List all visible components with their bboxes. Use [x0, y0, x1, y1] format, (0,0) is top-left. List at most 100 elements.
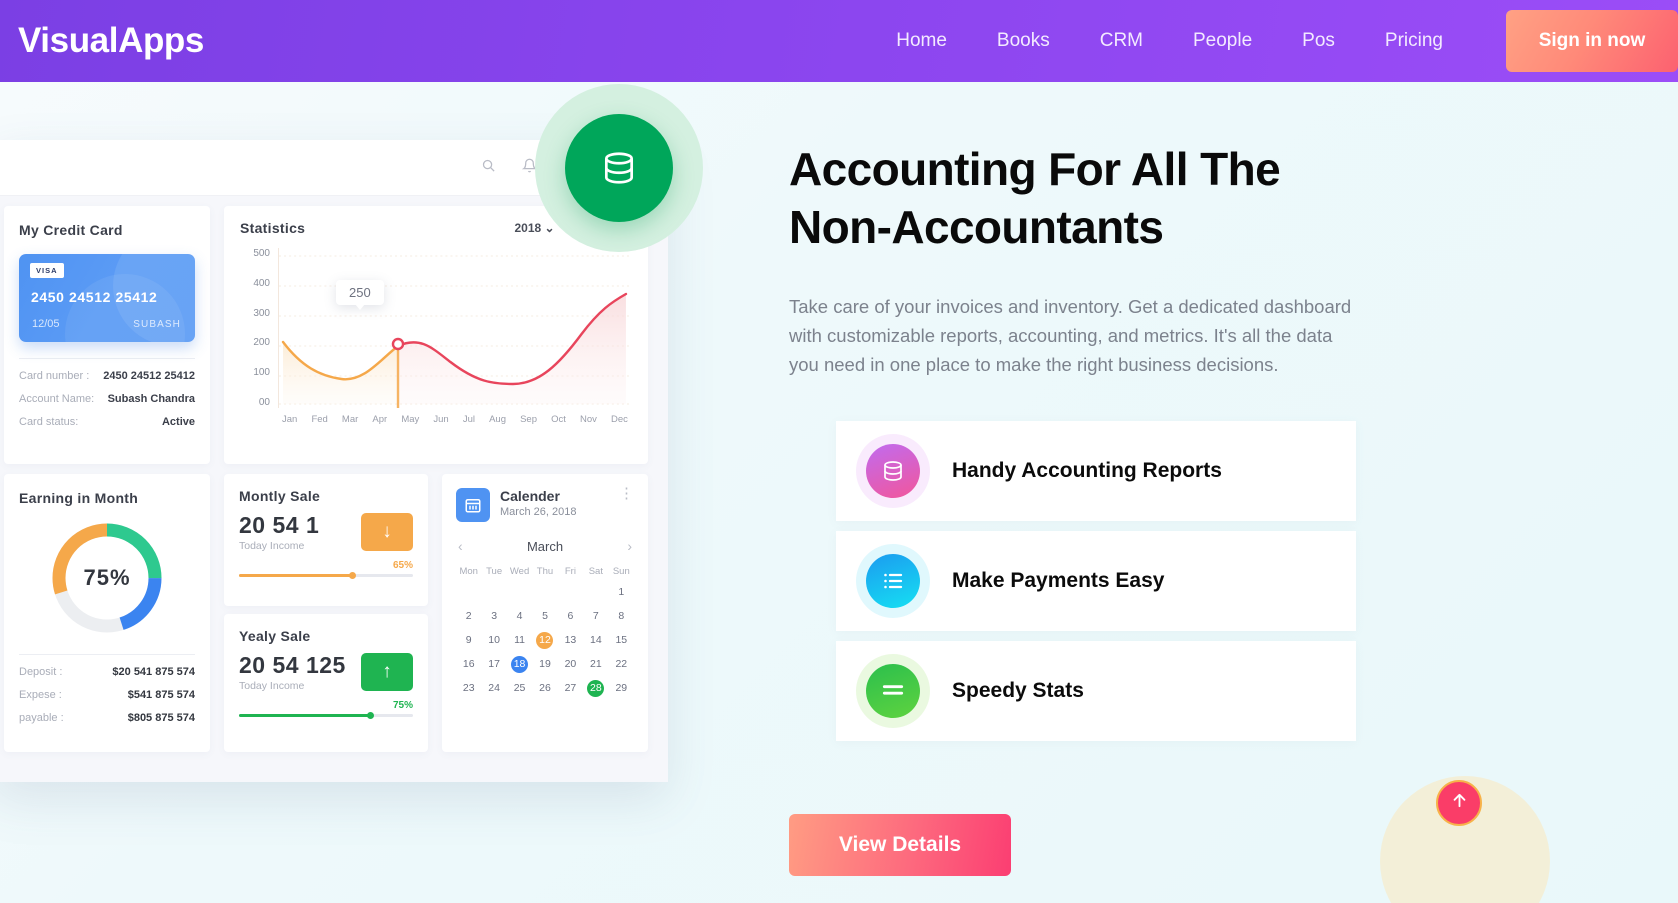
calendar-day[interactable]: 10 — [481, 632, 506, 649]
chevron-left-icon[interactable]: ‹ — [458, 538, 463, 554]
feature-label: Handy Accounting Reports — [952, 459, 1222, 482]
x-tick: Jun — [433, 414, 449, 425]
menu-lines-icon — [866, 664, 920, 718]
calendar-day[interactable]: 8 — [609, 608, 634, 625]
progress-handle[interactable] — [366, 712, 374, 719]
view-details-button[interactable]: View Details — [789, 814, 1011, 876]
calendar-day[interactable]: 16 — [456, 656, 481, 673]
calendar-date: March 26, 2018 — [500, 506, 577, 518]
top-navbar: VisualApps Home Books CRM People Pos Pri… — [0, 0, 1678, 82]
calendar-day[interactable]: 23 — [456, 680, 481, 697]
detail-key: payable : — [19, 712, 64, 724]
calendar-dow-label: Wed — [509, 566, 530, 577]
calendar-day[interactable]: 29 — [609, 680, 634, 697]
mockup-body: My Credit Card VISA 2450 24512 25412 12/… — [0, 196, 668, 782]
visa-brand-logo: VISA — [30, 263, 64, 278]
nav-link-pos[interactable]: Pos — [1277, 30, 1360, 52]
monthly-sale-values: 20 54 1 Today Income — [239, 512, 319, 552]
calendar-day[interactable]: 7 — [583, 608, 608, 625]
calendar-day[interactable]: 20 — [558, 656, 583, 673]
hero-subtitle: Take care of your invoices and inventory… — [789, 296, 1352, 375]
calendar-day[interactable]: 14 — [583, 632, 608, 649]
calendar-day[interactable]: 12 — [532, 632, 557, 649]
progress-fill — [239, 714, 370, 717]
chart-x-axis: Jan Fed Mar Apr May Jun Jul Aug Sep Oct … — [278, 414, 632, 425]
detail-key: Expese : — [19, 689, 62, 701]
sign-in-button[interactable]: Sign in now — [1506, 10, 1678, 72]
calendar-day[interactable]: 26 — [532, 680, 557, 697]
calendar-day[interactable]: 22 — [609, 656, 634, 673]
y-tick: 00 — [258, 396, 270, 408]
calendar-day[interactable]: 24 — [481, 680, 506, 697]
divider — [19, 654, 195, 655]
detail-value: $541 875 574 — [127, 689, 195, 701]
earning-detail-row: Deposit : $20 541 875 574 — [19, 666, 195, 678]
calendar-day[interactable]: 1 — [609, 584, 634, 601]
calendar-day[interactable]: 3 — [481, 608, 506, 625]
calendar-day[interactable]: 13 — [558, 632, 583, 649]
chart-tooltip: 250 — [336, 280, 384, 310]
nav-link-books[interactable]: Books — [972, 30, 1075, 52]
yearly-sale-panel: Yealy Sale 20 54 125 Today Income ↑ 75% — [224, 614, 428, 752]
calendar-dow-label: Tue — [486, 566, 503, 577]
feature-card-stats[interactable]: Speedy Stats — [836, 641, 1356, 741]
nav-link-people[interactable]: People — [1168, 30, 1277, 52]
calendar-day[interactable]: 18 — [507, 656, 532, 673]
chart-y-axis: 500 400 300 200 100 00 — [240, 248, 270, 408]
calendar-grid: Mon Tue Wed Thu Fri Sat Sun 1 2 3 4 5 6 7 8 9 10 11 12 13 14… — [456, 566, 634, 697]
calendar-day[interactable]: 19 — [532, 656, 557, 673]
year-select[interactable]: 2018 ⌄ — [515, 221, 555, 235]
calendar-day[interactable]: 5 — [532, 608, 557, 625]
visa-card[interactable]: VISA 2450 24512 25412 12/05 SUBASH — [19, 254, 195, 342]
monthly-sale-amount: 20 54 1 — [239, 512, 320, 538]
yearly-sale-percent: 75% — [392, 700, 413, 711]
calendar-day[interactable]: 17 — [481, 656, 506, 673]
feature-card-payments[interactable]: Make Payments Easy — [836, 531, 1356, 631]
more-vertical-icon[interactable]: ⋮ — [619, 486, 634, 501]
calendar-dow-label: Fri — [564, 566, 576, 577]
calendar-day[interactable]: 6 — [558, 608, 583, 625]
calendar-panel: Calender March 26, 2018 ⋮ ‹ March › Mon T… — [442, 474, 648, 752]
calendar-day[interactable]: 2 — [456, 608, 481, 625]
calendar-day[interactable]: 27 — [558, 680, 583, 697]
nav-links: Home Books CRM People Pos Pricing Sign i… — [871, 0, 1678, 82]
calendar-dow-label: Sun — [612, 566, 630, 577]
earning-detail-row: payable : $805 875 574 — [19, 712, 195, 724]
visa-expiry: 12/05 — [32, 318, 60, 330]
nav-link-crm[interactable]: CRM — [1075, 30, 1168, 52]
visa-holder: SUBASH — [133, 319, 181, 330]
progress-handle[interactable] — [349, 572, 357, 579]
feature-card-reports[interactable]: Handy Accounting Reports — [836, 421, 1356, 521]
list-icon — [866, 554, 920, 608]
nav-link-pricing[interactable]: Pricing — [1360, 30, 1468, 52]
nav-link-home[interactable]: Home — [871, 30, 972, 52]
progress-fill — [239, 574, 353, 577]
brand-logo[interactable]: VisualApps — [18, 21, 204, 61]
yearly-sale-progress — [239, 712, 413, 719]
search-icon[interactable] — [481, 158, 496, 178]
dashboard-mockup: 24 My Credit Card VISA 2450 24512 25412 … — [0, 140, 668, 782]
calendar-day[interactable]: 11 — [507, 632, 532, 649]
earning-title: Earning in Month — [19, 490, 139, 506]
calendar-day[interactable]: 25 — [507, 680, 532, 697]
calendar-day[interactable]: 15 — [609, 632, 634, 649]
page-title: Accounting For All The Non-Accountants — [789, 143, 1281, 253]
y-tick: 200 — [253, 337, 270, 349]
calendar-day[interactable]: 9 — [456, 632, 481, 649]
y-tick: 400 — [253, 277, 270, 289]
credit-card-detail-row: Card status: Active — [19, 416, 195, 428]
calendar-day[interactable]: 4 — [507, 608, 532, 625]
earning-panel: Earning in Month 75% Deposit : $20 541 8… — [4, 474, 210, 752]
calendar-day[interactable]: 28 — [583, 680, 608, 697]
earning-donut-chart: 75% — [47, 518, 167, 638]
calendar-day — [456, 584, 481, 601]
yearly-sale-row: 20 54 125 Today Income ↑ — [239, 652, 413, 692]
scroll-to-top-button[interactable] — [1436, 780, 1482, 826]
chevron-right-icon[interactable]: › — [627, 538, 632, 554]
detail-key: Deposit : — [19, 666, 63, 678]
line-chart-svg — [279, 255, 632, 408]
calendar-day[interactable]: 21 — [583, 656, 608, 673]
detail-key: Account Name: — [19, 393, 95, 405]
monthly-sale-percent: 65% — [392, 560, 413, 571]
calendar-dow-label: Mon — [459, 566, 478, 577]
